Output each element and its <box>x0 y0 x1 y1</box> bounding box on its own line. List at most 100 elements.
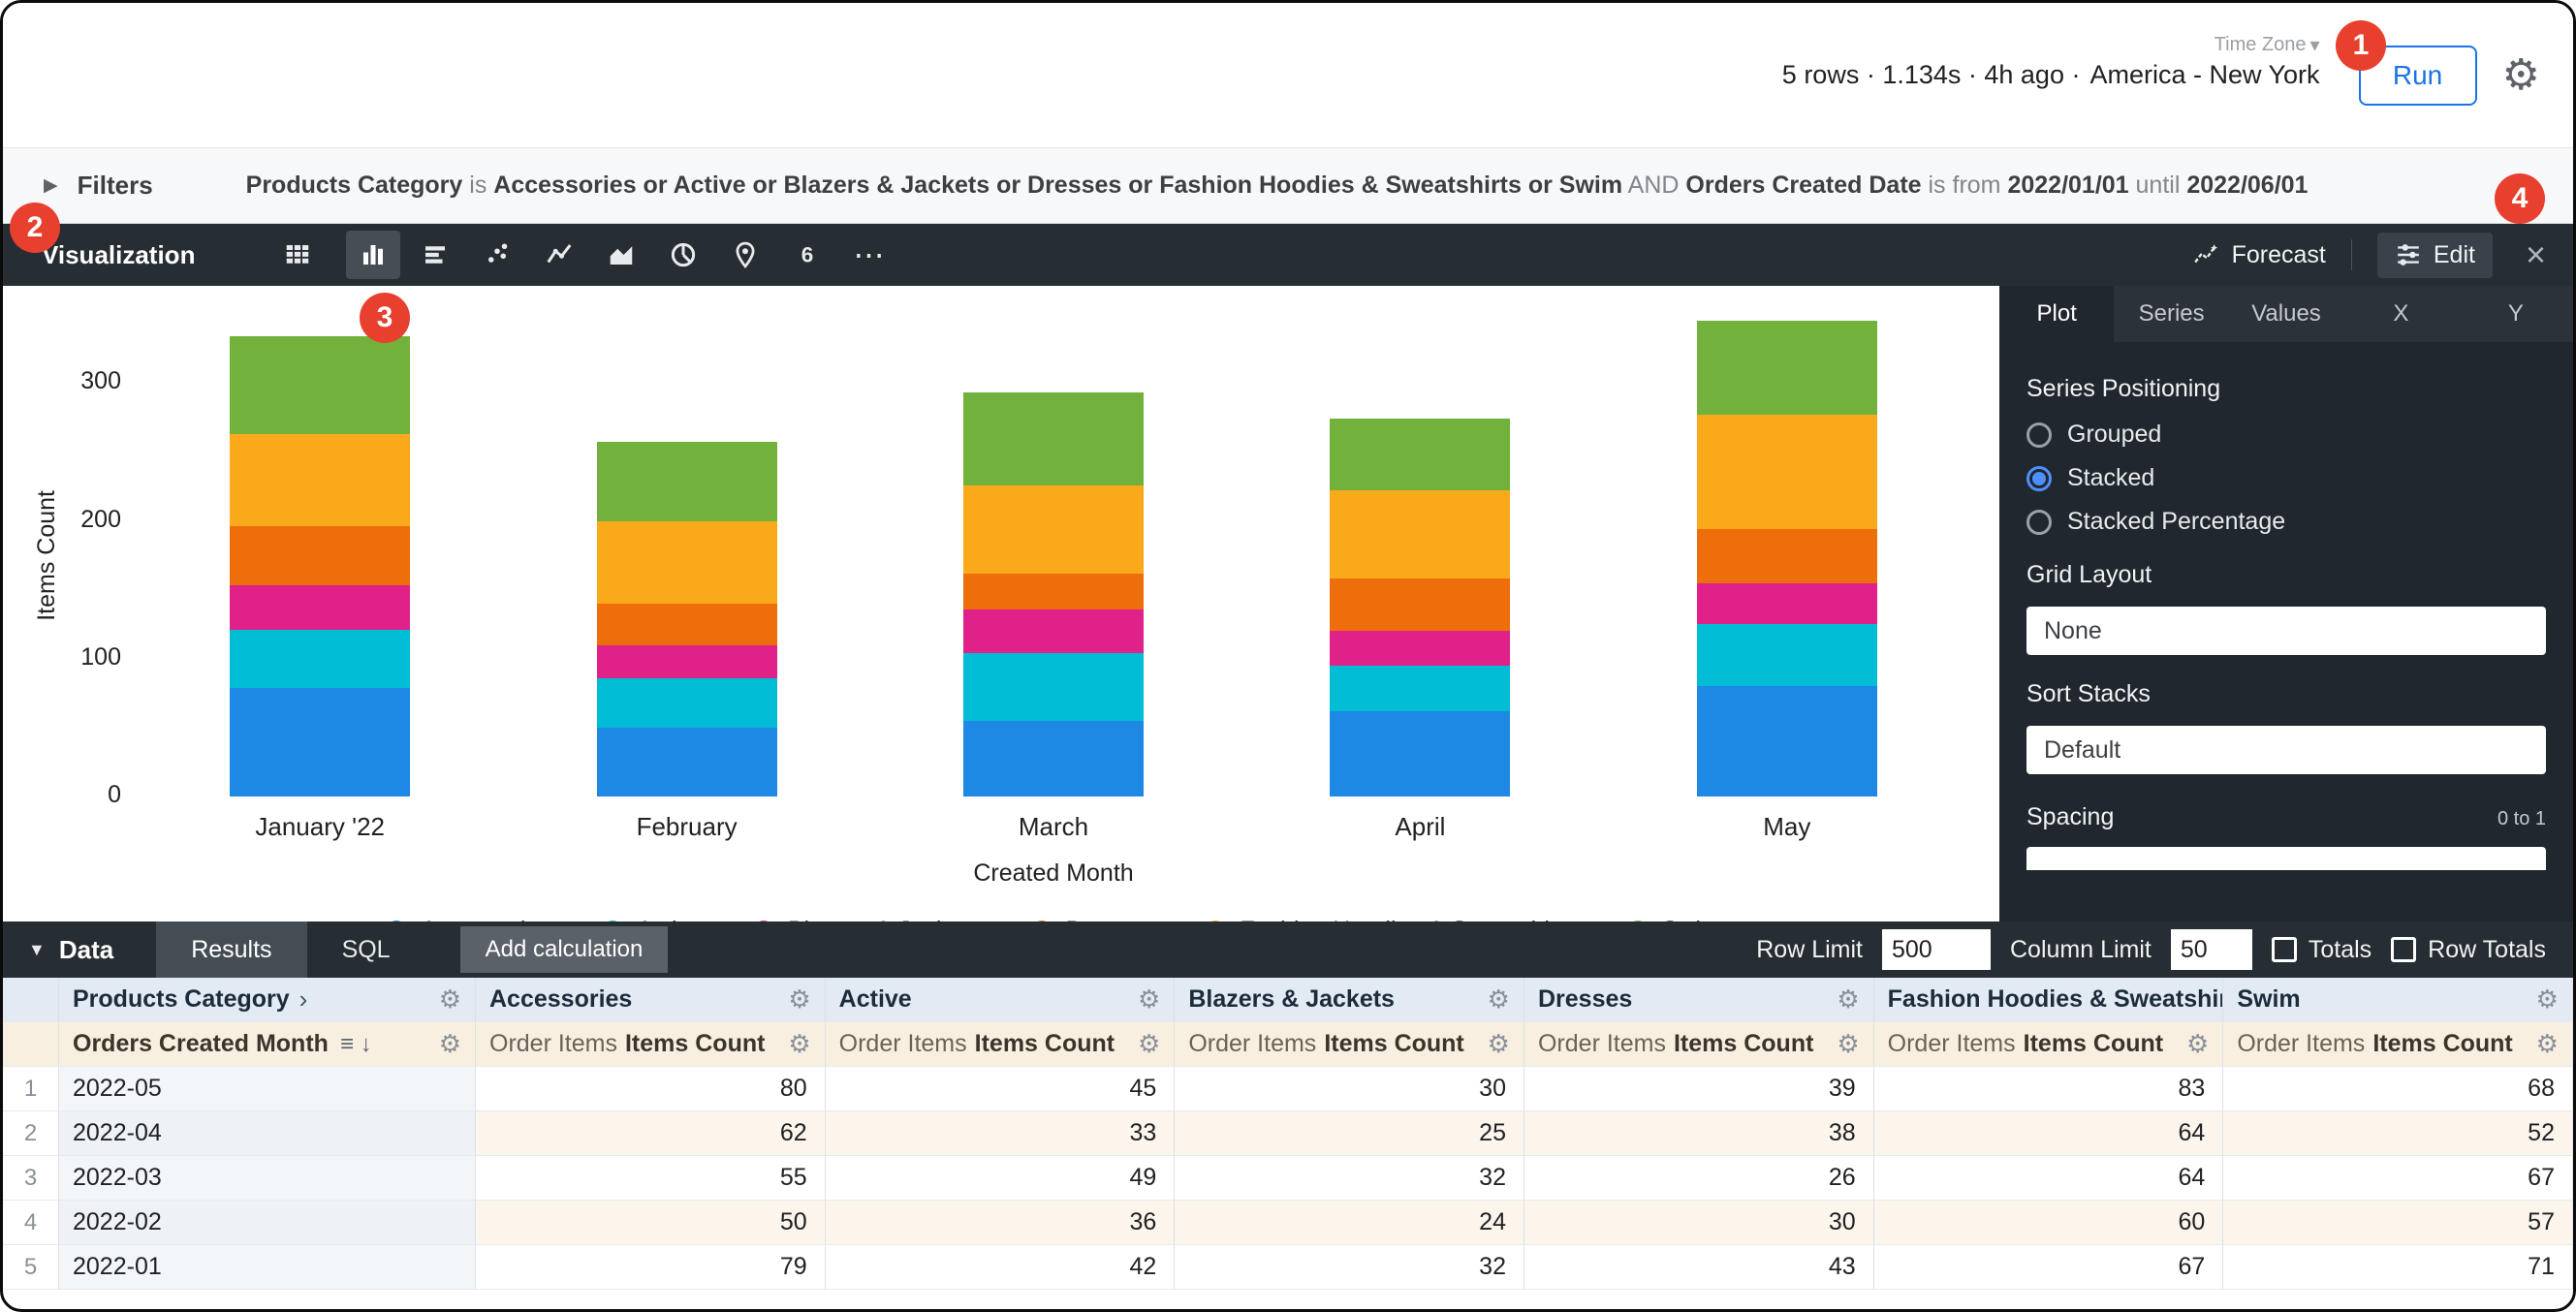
column-gear-icon[interactable]: ⚙ <box>2536 984 2559 1015</box>
value-cell[interactable]: 60 <box>1874 1201 2224 1245</box>
month-cell[interactable]: 2022-02 <box>59 1201 476 1245</box>
value-cell[interactable]: 71 <box>2223 1245 2573 1290</box>
column-chart-icon[interactable] <box>346 231 400 279</box>
sort-descending-icon[interactable]: ≡ ↓ <box>340 1031 372 1058</box>
value-cell[interactable]: 52 <box>2223 1111 2573 1156</box>
totals-checkbox[interactable] <box>2272 937 2297 962</box>
value-cell[interactable]: 57 <box>2223 1201 2573 1245</box>
column-gear-icon[interactable]: ⚙ <box>439 1029 461 1059</box>
value-cell[interactable]: 62 <box>476 1111 826 1156</box>
line-chart-icon[interactable] <box>532 231 586 279</box>
bar-segment[interactable] <box>230 434 410 526</box>
month-cell[interactable]: 2022-03 <box>59 1156 476 1201</box>
month-cell[interactable]: 2022-04 <box>59 1111 476 1156</box>
bar-segment[interactable] <box>230 630 410 688</box>
bar-segment[interactable] <box>1330 711 1510 797</box>
value-cell[interactable]: 49 <box>826 1156 1176 1201</box>
measure-header-cell[interactable]: Order ItemsItems Count⚙ <box>1175 1022 1524 1067</box>
column-gear-icon[interactable]: ⚙ <box>788 984 810 1015</box>
value-cell[interactable]: 32 <box>1175 1156 1524 1201</box>
collapse-caret-icon[interactable]: ▼ <box>28 940 46 960</box>
bar-segment[interactable] <box>963 609 1144 654</box>
row-totals-checkbox[interactable] <box>2391 937 2416 962</box>
legend-item[interactable]: Fashion Hoodies & Sweatshirts <box>1205 917 1576 922</box>
bar-segment[interactable] <box>963 392 1144 484</box>
value-cell[interactable]: 67 <box>1874 1245 2224 1290</box>
row-limit-input[interactable] <box>1882 929 1991 970</box>
column-gear-icon[interactable]: ⚙ <box>1837 1029 1859 1059</box>
map-chart-icon[interactable] <box>718 231 772 279</box>
single-value-chart-icon[interactable]: 6 <box>780 231 834 279</box>
value-cell[interactable]: 25 <box>1175 1111 1524 1156</box>
radio-option-grouped[interactable]: Grouped <box>2026 421 2546 449</box>
bar-segment[interactable] <box>1330 578 1510 631</box>
tab-sql[interactable]: SQL <box>307 922 425 978</box>
bar-segment[interactable] <box>1330 419 1510 490</box>
column-gear-icon[interactable]: ⚙ <box>1138 984 1160 1015</box>
expand-caret-icon[interactable]: ▶ <box>44 174 58 197</box>
bar-segment[interactable] <box>1697 624 1877 686</box>
column-gear-icon[interactable]: ⚙ <box>1488 1029 1510 1059</box>
bar-segment[interactable] <box>597 521 777 604</box>
bar-segment[interactable] <box>597 442 777 520</box>
data-section-title[interactable]: Data <box>59 935 113 965</box>
value-cell[interactable]: 30 <box>1524 1201 1874 1245</box>
area-chart-icon[interactable] <box>594 231 648 279</box>
value-cell[interactable]: 64 <box>1874 1111 2224 1156</box>
column-gear-icon[interactable]: ⚙ <box>1837 984 1859 1015</box>
tab-series[interactable]: Series <box>2114 286 2228 342</box>
value-cell[interactable]: 30 <box>1175 1067 1524 1111</box>
bar-segment[interactable] <box>597 645 777 678</box>
bar-segment[interactable] <box>230 688 410 797</box>
bar-segment[interactable] <box>597 728 777 797</box>
value-cell[interactable]: 33 <box>826 1111 1176 1156</box>
radio-icon[interactable] <box>2026 422 2052 448</box>
bar-segment[interactable] <box>230 585 410 630</box>
row-dimension-header-cell[interactable]: Orders Created Month≡ ↓⚙ <box>59 1022 476 1067</box>
value-cell[interactable]: 43 <box>1524 1245 1874 1290</box>
edit-button[interactable]: Edit <box>2377 233 2493 278</box>
table-chart-icon[interactable] <box>270 231 325 279</box>
filters-bar[interactable]: ▶ Filters Products Category is Accessori… <box>3 148 2573 224</box>
value-cell[interactable]: 64 <box>1874 1156 2224 1201</box>
bar-stack[interactable] <box>597 442 777 797</box>
value-cell[interactable]: 42 <box>826 1245 1176 1290</box>
value-cell[interactable]: 32 <box>1175 1245 1524 1290</box>
bar-segment[interactable] <box>1697 321 1877 415</box>
bar-segment[interactable] <box>1697 686 1877 797</box>
measure-header-cell[interactable]: Order ItemsItems Count⚙ <box>1524 1022 1874 1067</box>
month-cell[interactable]: 2022-01 <box>59 1245 476 1290</box>
grid-layout-select[interactable]: None <box>2026 607 2546 655</box>
column-gear-icon[interactable]: ⚙ <box>1138 1029 1160 1059</box>
column-gear-icon[interactable]: ⚙ <box>1488 984 1510 1015</box>
radio-icon[interactable] <box>2026 466 2052 491</box>
sort-stacks-select[interactable]: Default <box>2026 726 2546 774</box>
bar-segment[interactable] <box>1330 490 1510 578</box>
pivot-header-cell[interactable]: Blazers & Jackets⚙ <box>1175 978 1524 1022</box>
bar-segment[interactable] <box>963 574 1144 609</box>
month-cell[interactable]: 2022-05 <box>59 1067 476 1111</box>
bar-segment[interactable] <box>1330 666 1510 711</box>
gear-icon[interactable]: ⚙ <box>2502 54 2540 97</box>
legend-item[interactable]: Active <box>602 917 703 922</box>
value-cell[interactable]: 68 <box>2223 1067 2573 1111</box>
bar-chart-icon[interactable] <box>408 231 462 279</box>
add-calculation-button[interactable]: Add calculation <box>460 926 669 973</box>
legend-item[interactable]: Dresses <box>1031 917 1155 922</box>
value-cell[interactable]: 45 <box>826 1067 1176 1111</box>
value-cell[interactable]: 26 <box>1524 1156 1874 1201</box>
pivot-header-cell[interactable]: Accessories⚙ <box>476 978 826 1022</box>
bar-segment[interactable] <box>1697 529 1877 582</box>
value-cell[interactable]: 80 <box>476 1067 826 1111</box>
spacing-input[interactable] <box>2026 847 2546 870</box>
value-cell[interactable]: 67 <box>2223 1156 2573 1201</box>
pie-chart-icon[interactable] <box>656 231 710 279</box>
bar-segment[interactable] <box>230 336 410 434</box>
radio-icon[interactable] <box>2026 510 2052 535</box>
column-gear-icon[interactable]: ⚙ <box>2536 1029 2559 1059</box>
bar-segment[interactable] <box>963 653 1144 721</box>
value-cell[interactable]: 50 <box>476 1201 826 1245</box>
dimension-header-cell[interactable]: Products Category›⚙ <box>59 978 476 1022</box>
column-gear-icon[interactable]: ⚙ <box>2186 1029 2209 1059</box>
tab-y[interactable]: Y <box>2459 286 2573 342</box>
